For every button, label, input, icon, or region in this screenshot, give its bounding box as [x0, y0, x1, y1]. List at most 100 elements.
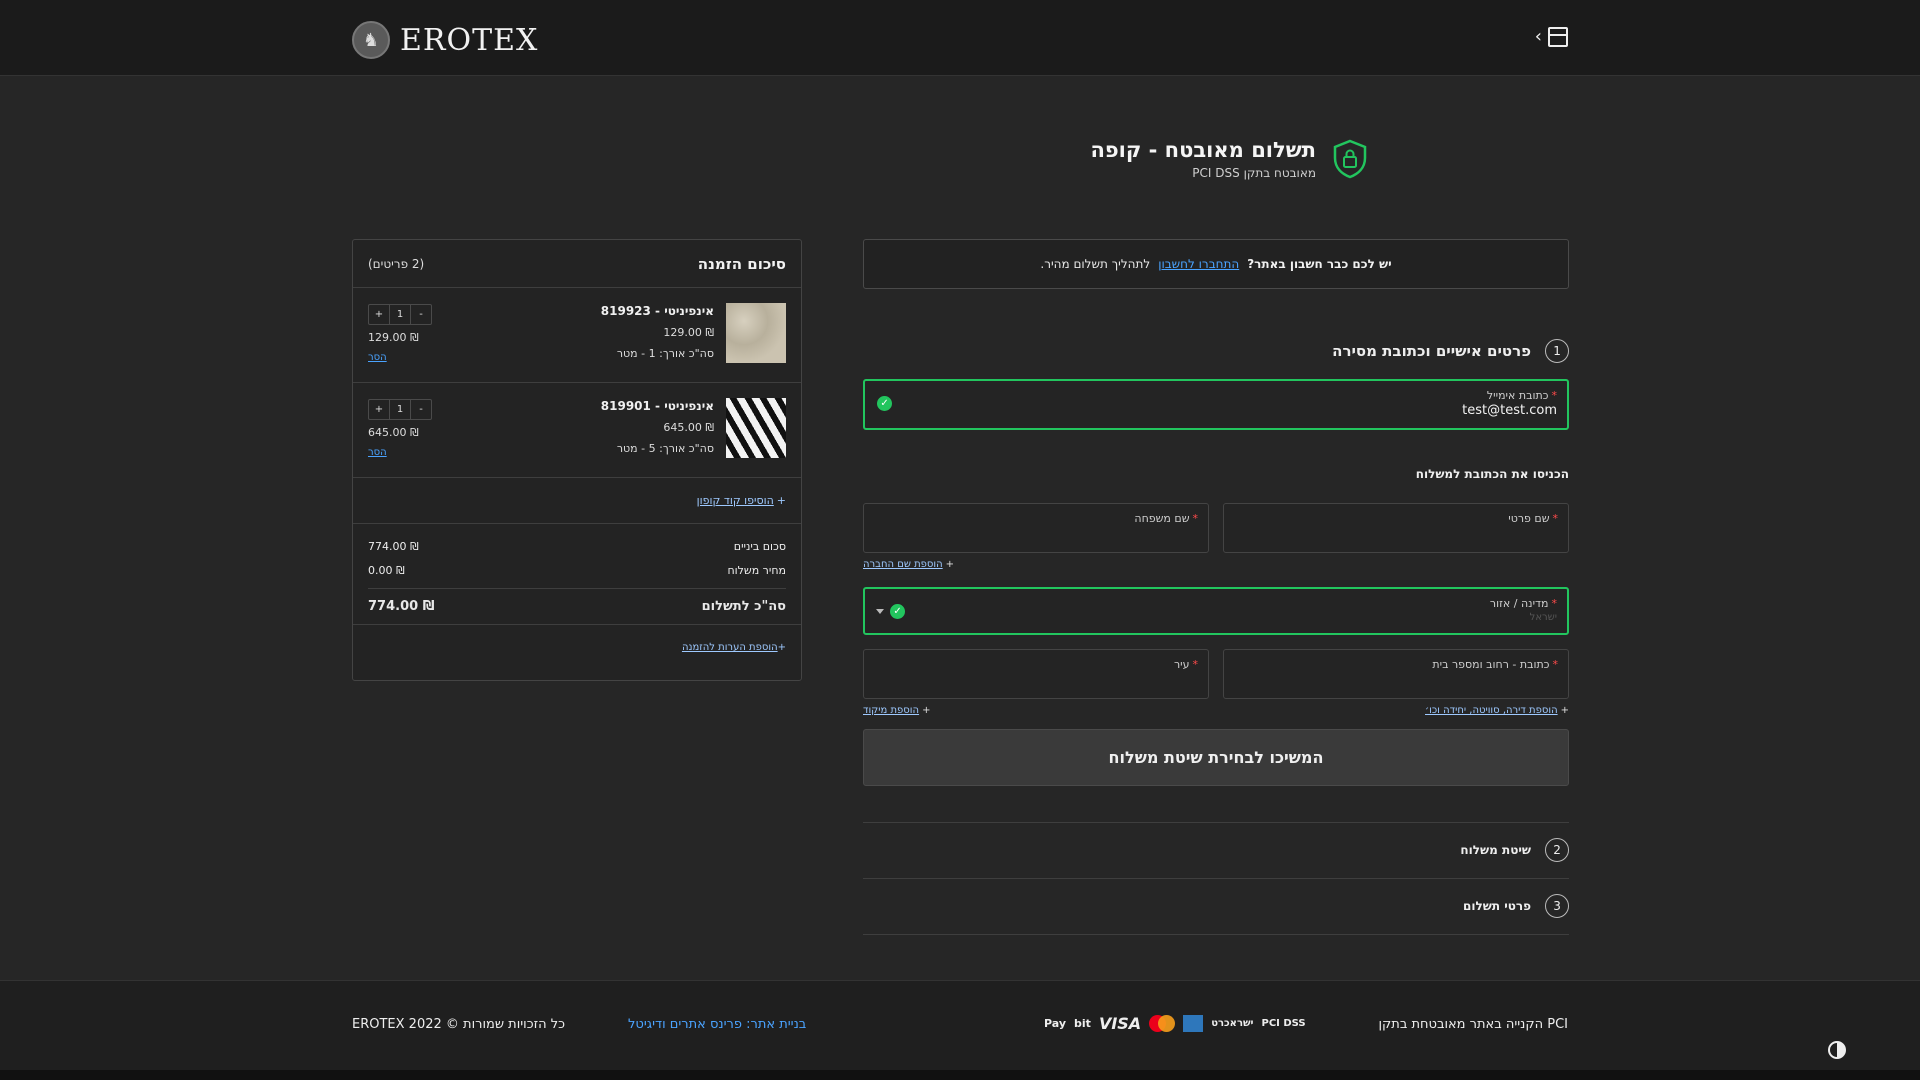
step-2-header[interactable]: 2 שיטת משלוח [1460, 838, 1569, 862]
step-label: פרטים אישיים וכתובת מסירה [1332, 342, 1531, 360]
email-input[interactable] [925, 403, 1557, 418]
step-number: 2 [1545, 838, 1569, 862]
line-total: ₪ 129.00 [368, 331, 419, 344]
city-label: *עיר [1173, 658, 1198, 671]
login-question: יש לכם כבר חשבון באתר? [1247, 257, 1392, 271]
shipping-label: מחיר משלוח [727, 563, 786, 577]
last-name-field[interactable]: *שם משפחה [863, 503, 1209, 553]
last-name-label: *שם משפחה [1134, 512, 1198, 525]
quantity-stepper: + 1 - [368, 304, 432, 325]
add-order-notes-link[interactable]: + הוספת הערות להזמנה [353, 624, 801, 670]
visa-icon: VISA [1098, 1014, 1142, 1033]
order-summary: סיכום הזמנה (2 פריטים) אינפיניטי - 81992… [352, 239, 802, 681]
increase-button[interactable]: + [369, 400, 390, 419]
mastercard-icon [1149, 1015, 1176, 1032]
cart-item: אינפיניטי - 819923 ₪ 129.00 סה"כ אורך: 1… [353, 288, 801, 383]
total-value: ₪ 774.00 [368, 599, 435, 614]
summary-title: סיכום הזמנה [697, 254, 786, 273]
country-label: *מדינה / אזור [1489, 597, 1557, 610]
pci-dss-icon: PCI DSS [1261, 1018, 1306, 1029]
cart-item: אינפיניטי - 819901 ₪ 645.00 סה"כ אורך: 5… [353, 383, 801, 478]
email-label: *כתובת אימייל [1486, 389, 1557, 402]
add-company-link[interactable]: +הוספת שם החברה [863, 559, 954, 570]
line-total: ₪ 645.00 [368, 426, 419, 439]
copyright-text: כל הזכויות שמורות © EROTEX 2022 [352, 1017, 565, 1032]
apple-pay-icon: Pay [1044, 1017, 1067, 1030]
page-title: תשלום מאובטח - קופה [1090, 138, 1316, 162]
city-field[interactable]: *עיר [863, 649, 1209, 699]
login-suffix: לתהליך תשלום מהיר. [1040, 257, 1151, 271]
product-price: ₪ 645.00 [663, 421, 714, 434]
quantity-value[interactable]: 1 [390, 400, 411, 419]
step-label: שיטת משלוח [1460, 843, 1531, 857]
total-label: סה"כ לתשלום [701, 599, 786, 614]
summary-item-count: (2 פריטים) [368, 256, 425, 271]
amex-icon [1183, 1015, 1204, 1032]
shield-lock-icon [1333, 139, 1367, 179]
step-label: פרטי תשלום [1462, 899, 1531, 913]
logo-text: EROTEX [400, 22, 539, 58]
page-subtitle: מאובטח בתקן PCI DSS [1192, 166, 1316, 180]
store-icon [1548, 26, 1568, 47]
logo[interactable]: ♞ EROTEX [352, 20, 538, 60]
product-thumbnail[interactable] [726, 303, 786, 363]
product-name[interactable]: אינפיניטי - 819923 [601, 304, 714, 318]
pci-secure-text: הקנייה באתר מאובטחת בתקן PCI [1378, 1017, 1568, 1032]
quantity-value[interactable]: 1 [390, 305, 411, 324]
email-field[interactable]: *כתובת אימייל ✓ [863, 379, 1569, 430]
street-field[interactable]: *כתובת - רחוב ומספר בית [1223, 649, 1569, 699]
divider [863, 822, 1569, 823]
grand-total-row: סה"כ לתשלום ₪ 774.00 [368, 588, 786, 624]
add-apartment-link[interactable]: +הוספת דירה, סוויטה, יחידה וכו׳ [1425, 705, 1569, 716]
continue-to-shipping-button[interactable]: המשיכו לבחירת שיטת משלוח [863, 729, 1569, 786]
built-by-link[interactable]: בניית אתר: פרינס אתרים ודיגיטל [628, 1017, 806, 1032]
address-section-label: הכניסו את הכתובת למשלוח [1415, 467, 1569, 481]
logo-emblem-icon: ♞ [352, 21, 390, 59]
subtotal-label: סכום ביניים [733, 539, 786, 553]
shipping-value: ₪ 0.00 [368, 563, 405, 577]
page-heading: תשלום מאובטח - קופה מאובטח בתקן PCI DSS [1090, 138, 1368, 180]
product-name[interactable]: אינפיניטי - 819901 [601, 399, 714, 413]
step-3-header[interactable]: 3 פרטי תשלום [1463, 894, 1569, 918]
chevron-left-icon: ‹ [1534, 26, 1542, 47]
quantity-stepper: + 1 - [368, 399, 432, 420]
decrease-button[interactable]: - [411, 400, 431, 419]
first-name-field[interactable]: *שם פרטי [1223, 503, 1569, 553]
increase-button[interactable]: + [369, 305, 390, 324]
divider [863, 934, 1569, 935]
country-select[interactable]: *מדינה / אזור ישראל ✓ [863, 587, 1569, 635]
add-coupon-link[interactable]: + הוסיפו קוד קופון [353, 478, 801, 524]
product-length: סה"כ אורך: 5 - מטר [616, 442, 714, 455]
street-label: *כתובת - רחוב ומספר בית [1432, 658, 1558, 671]
add-zip-link[interactable]: +הוספת מיקוד [863, 705, 930, 716]
bottom-strip [0, 1070, 1920, 1080]
top-bar: ♞ EROTEX ‹ [0, 0, 1920, 76]
check-icon: ✓ [890, 604, 905, 619]
isracard-icon: ישראכרט [1211, 1018, 1254, 1029]
country-value: ישראל [1529, 612, 1557, 623]
remove-item-link[interactable]: הסר [368, 352, 387, 363]
first-name-label: *שם פרטי [1508, 512, 1558, 525]
subtotal-row: סכום ביניים ₪ 774.00 [353, 534, 801, 558]
back-to-store-button[interactable]: ‹ [1535, 26, 1568, 47]
remove-item-link[interactable]: הסר [368, 447, 387, 458]
summary-header: סיכום הזמנה (2 פריטים) [353, 240, 801, 288]
check-icon: ✓ [877, 396, 892, 411]
step-number: 1 [1545, 339, 1569, 363]
bit-icon: bit [1074, 1017, 1091, 1030]
product-thumbnail[interactable] [726, 398, 786, 458]
product-length: סה"כ אורך: 1 - מטר [616, 347, 714, 360]
subtotal-value: ₪ 774.00 [368, 539, 419, 553]
shipping-row: מחיר משלוח ₪ 0.00 [353, 558, 801, 582]
product-price: ₪ 129.00 [663, 326, 714, 339]
contrast-toggle-icon[interactable] [1828, 1041, 1846, 1059]
decrease-button[interactable]: - [411, 305, 431, 324]
totals: סכום ביניים ₪ 774.00 מחיר משלוח ₪ 0.00 ס… [353, 524, 801, 624]
payment-logos: Pay bit VISA ישראכרט PCI DSS [1044, 1014, 1306, 1033]
footer: הקנייה באתר מאובטחת בתקן PCI Pay bit VIS… [0, 980, 1920, 1070]
chevron-down-icon [876, 609, 884, 614]
divider [863, 878, 1569, 879]
login-link[interactable]: התחברו לחשבון [1158, 257, 1239, 271]
step-1-header[interactable]: 1 פרטים אישיים וכתובת מסירה [1332, 339, 1569, 363]
login-prompt: יש לכם כבר חשבון באתר? התחברו לחשבון לתה… [863, 239, 1569, 289]
